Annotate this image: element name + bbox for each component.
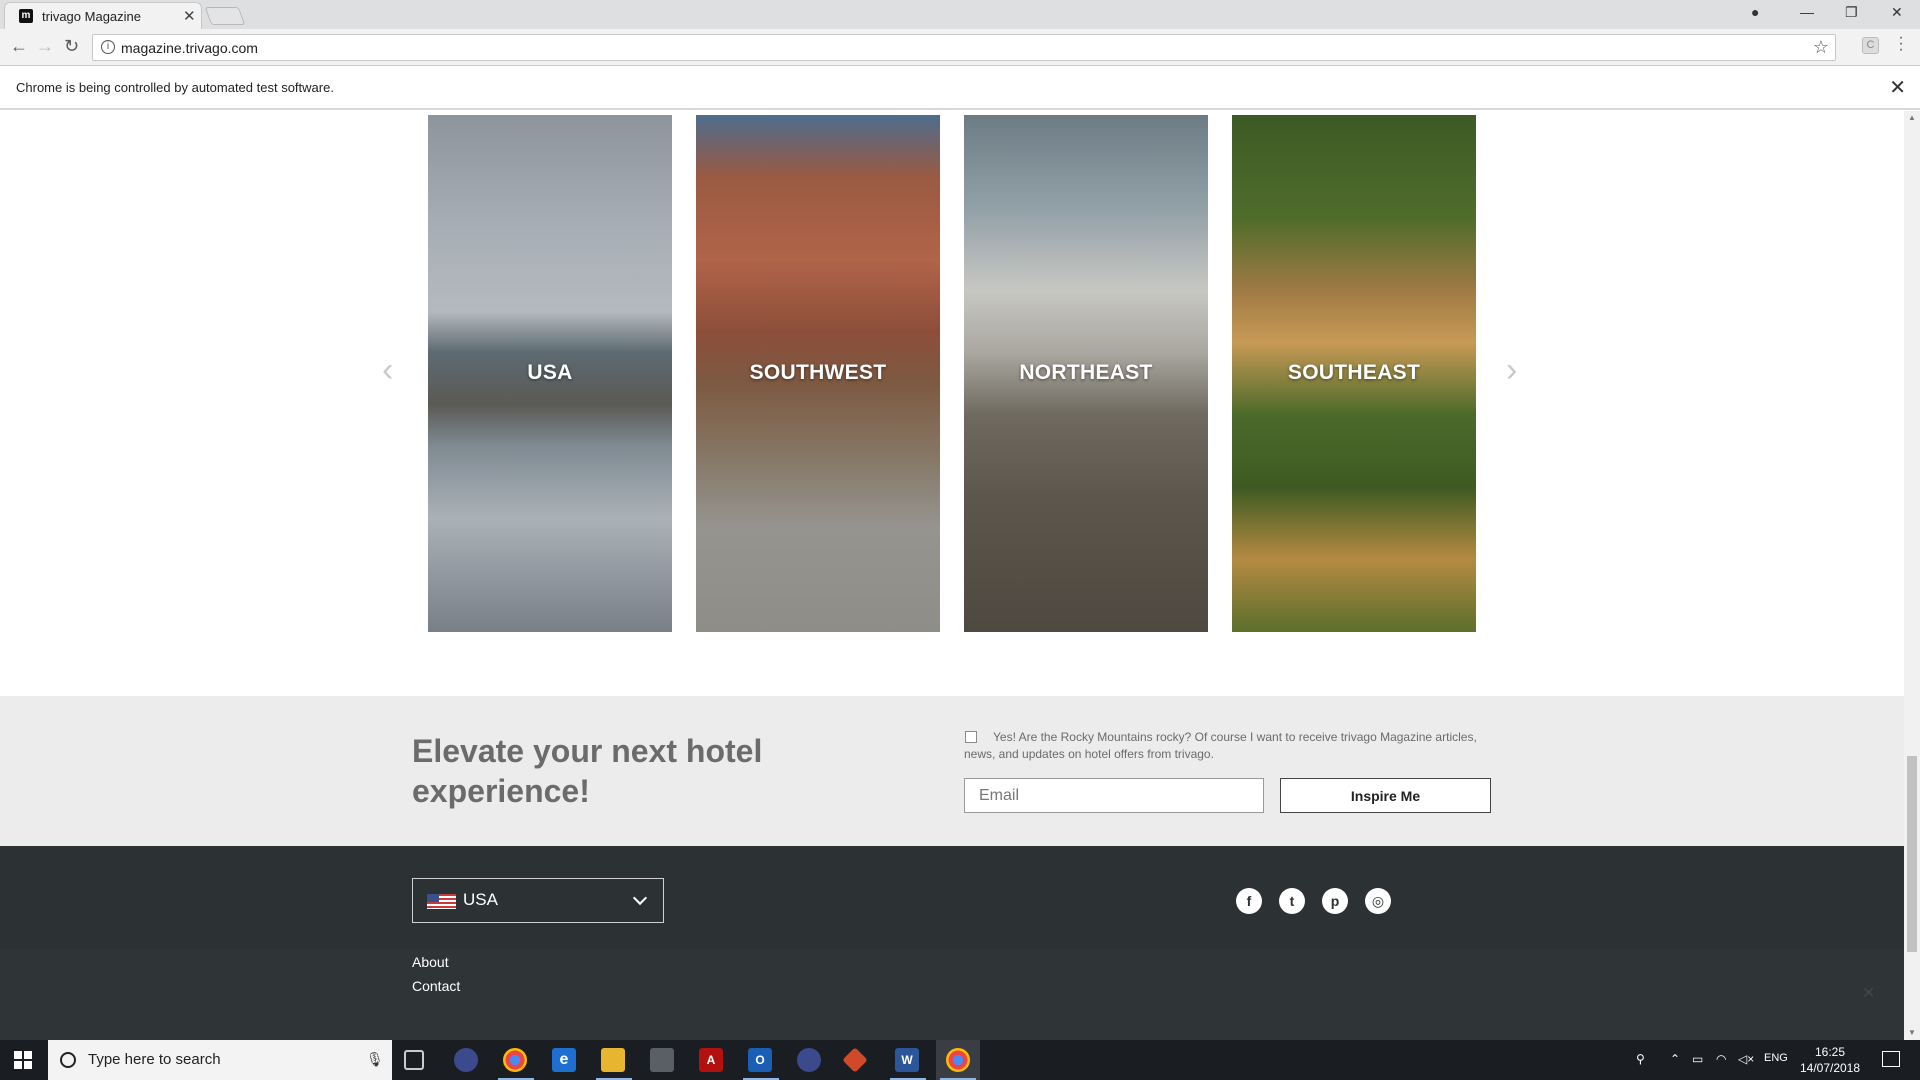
inspire-me-button[interactable]: Inspire Me [1280,778,1491,813]
wifi-icon[interactable]: ◠ [1716,1052,1726,1066]
region-card-northeast[interactable]: NORTHEAST [964,115,1208,632]
clock-time: 16:25 [1814,1045,1846,1059]
chrome-icon[interactable] [503,1048,527,1072]
git-icon[interactable] [842,1047,868,1073]
twitter-icon[interactable]: t [1279,888,1305,914]
bookmark-star-icon[interactable]: ☆ [1813,37,1829,58]
reload-icon[interactable]: ↻ [64,36,79,57]
tray-expand-icon[interactable]: ⌃ [1670,1052,1680,1066]
microphone-icon[interactable]: 🎙 [366,1051,384,1068]
taskbar-search-placeholder: Type here to search [88,1051,221,1068]
windows-taskbar: Type here to search 🎙 e A O W ⚲ ⌃ ▭ ◠ ◁×… [0,1040,1920,1080]
region-card-label: SOUTHWEST [749,361,887,384]
people-icon[interactable]: ⚲ [1636,1052,1645,1066]
page-viewport: ‹ › USA SOUTHWEST NORTHEAST SOUTHEAST El… [0,111,1904,1040]
forward-arrow-icon[interactable]: → [36,36,54,57]
country-selector[interactable]: USA [412,878,664,923]
region-card-southwest[interactable]: SOUTHWEST [696,115,940,632]
email-field[interactable] [964,778,1264,813]
page-scrollbar[interactable]: ▲ ▼ [1904,111,1920,1040]
battery-icon[interactable]: ▭ [1692,1052,1703,1066]
site-footer: USA f t p ◎ ✕ About Contact [0,846,1904,1040]
usa-flag-icon [427,894,456,909]
browser-menu-icon[interactable]: · · · [1898,30,1904,58]
edge-icon[interactable]: e [552,1048,576,1072]
cookie-notice: ✕ [0,949,1904,1040]
newsletter-consent-checkbox[interactable] [965,731,977,743]
close-window-button[interactable]: ✕ [1891,4,1903,21]
region-card-southeast[interactable]: SOUTHEAST [1232,115,1476,632]
footer-link-contact[interactable]: Contact [412,978,460,994]
volume-icon[interactable]: ◁× [1738,1052,1754,1066]
task-view-icon[interactable] [404,1050,424,1070]
cortana-icon [60,1052,76,1068]
newsletter-title: Elevate your next hotel experience! [412,733,763,809]
region-card-label: SOUTHEAST [1287,361,1421,384]
address-bar[interactable]: i magazine.trivago.com ☆ [92,34,1836,61]
site-info-icon[interactable]: i [101,40,115,54]
word-icon[interactable]: W [895,1048,919,1072]
infobar-close-icon[interactable]: ✕ [1889,75,1906,100]
app-icon[interactable] [797,1048,821,1072]
facebook-icon[interactable]: f [1236,888,1262,914]
tab-trivago-magazine[interactable]: m trivago Magazine ✕ [4,2,202,29]
windows-start-icon[interactable] [14,1051,32,1069]
new-tab-button[interactable] [204,7,246,25]
browser-toolbar: ← → ↻ i magazine.trivago.com ☆ C · · · [0,29,1920,66]
trivago-favicon-icon: m [19,9,33,23]
pinterest-icon[interactable]: p [1322,888,1348,914]
country-label: USA [463,890,498,909]
scroll-up-icon[interactable]: ▲ [1908,113,1916,122]
newsletter-consent-text: Yes! Are the Rocky Mountains rocky? Of c… [964,730,1477,761]
tab-strip: m trivago Magazine ✕ ● — ❐ ✕ [0,0,1920,29]
extension-icon[interactable]: C [1862,37,1879,54]
region-card-label: NORTHEAST [1019,361,1153,384]
newsletter-section: Elevate your next hotel experience! Yes!… [0,696,1904,846]
taskbar-search-box[interactable]: Type here to search 🎙 [48,1040,392,1080]
restore-button[interactable]: ❐ [1845,4,1858,21]
scroll-down-icon[interactable]: ▼ [1908,1028,1916,1037]
region-card-usa[interactable]: USA [428,115,672,632]
tab-title: trivago Magazine [42,9,141,24]
cookie-close-icon[interactable]: ✕ [1862,983,1875,1003]
clock-date: 14/07/2018 [1799,1061,1861,1075]
infobar-message: Chrome is being controlled by automated … [16,80,334,95]
carousel-next-icon[interactable]: › [1506,351,1517,390]
back-arrow-icon[interactable]: ← [10,36,28,57]
app-icon[interactable] [454,1048,478,1072]
file-explorer-icon[interactable] [601,1048,625,1072]
profile-icon[interactable]: ● [1751,4,1759,20]
automation-infobar: Chrome is being controlled by automated … [0,66,1920,110]
tab-close-icon[interactable]: ✕ [183,7,196,25]
address-url: magazine.trivago.com [121,40,258,56]
acrobat-icon[interactable]: A [699,1048,723,1072]
scrollbar-thumb[interactable] [1907,756,1917,952]
chevron-down-icon [632,890,648,906]
instagram-icon[interactable]: ◎ [1365,888,1391,914]
chrome-icon[interactable] [946,1048,970,1072]
footer-link-about[interactable]: About [412,954,449,970]
carousel-prev-icon[interactable]: ‹ [382,351,393,390]
region-card-label: USA [527,361,573,384]
store-icon[interactable] [650,1048,674,1072]
outlook-icon[interactable]: O [748,1048,772,1072]
action-center-icon[interactable] [1882,1051,1900,1067]
language-indicator[interactable]: ENG [1764,1052,1788,1064]
taskbar-clock[interactable]: 16:25 14/07/2018 [1788,1044,1872,1076]
minimize-button[interactable]: — [1800,4,1814,20]
